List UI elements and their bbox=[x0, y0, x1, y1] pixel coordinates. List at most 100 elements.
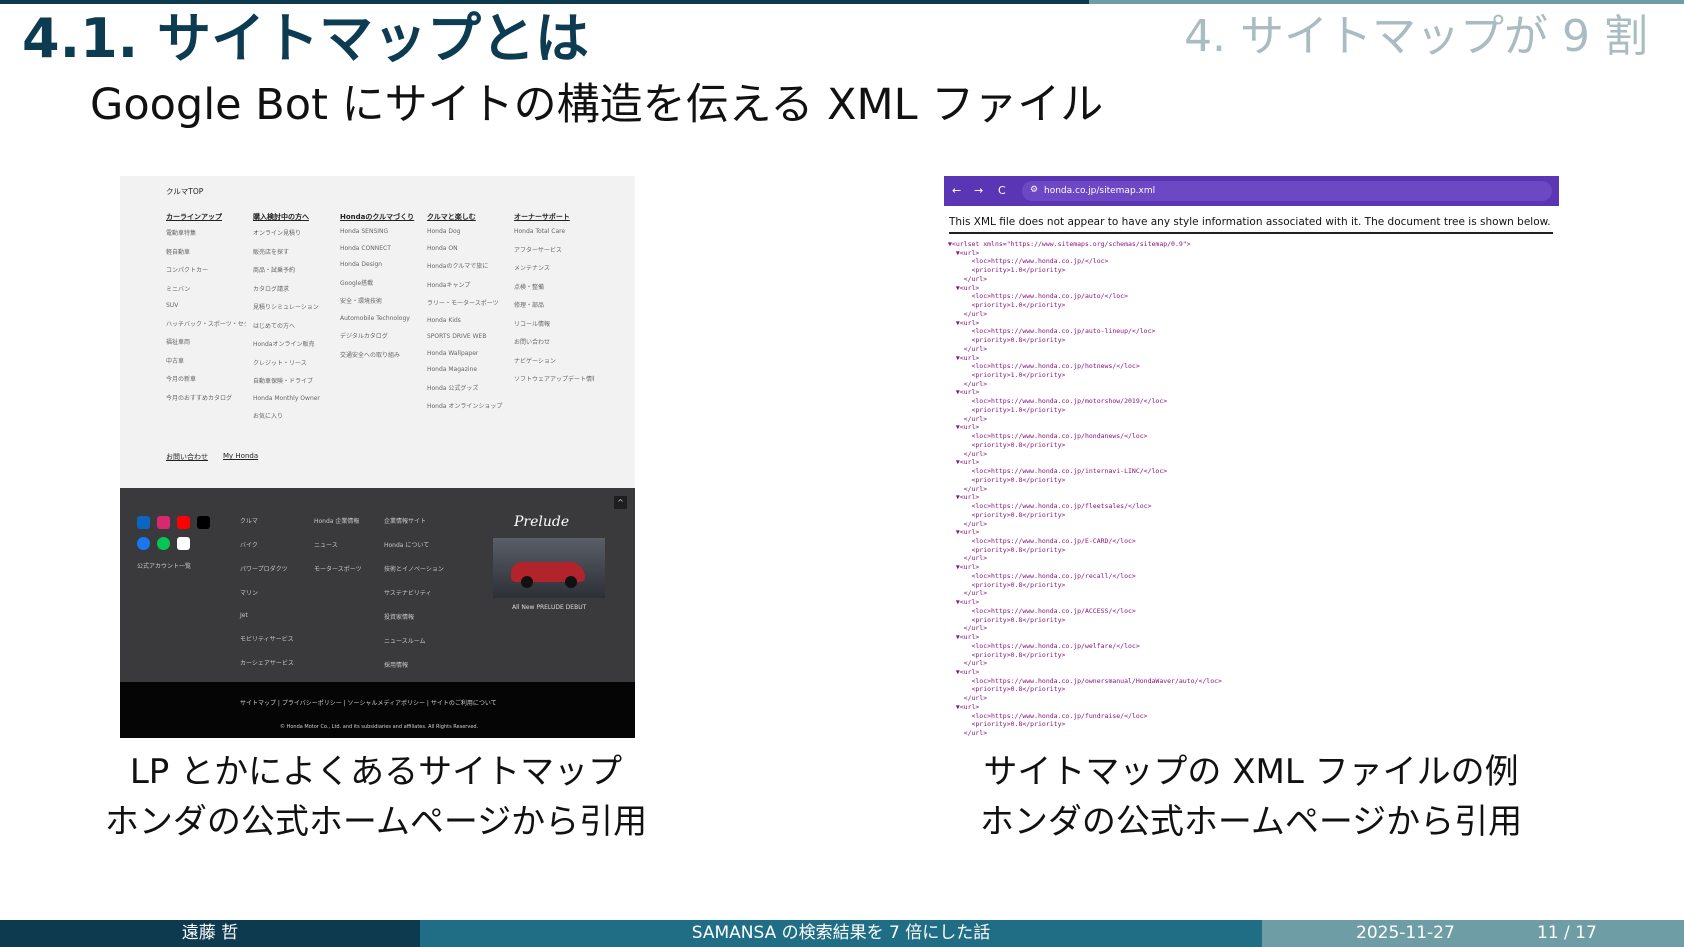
youtube-icon bbox=[177, 516, 190, 529]
lp-column-item: ハッチバック・スポーツ・セダン bbox=[166, 320, 246, 328]
browser-toolbar: ← → C ⚙ honda.co.jp/sitemap.xml bbox=[944, 176, 1559, 206]
lp-column-item: ラリー・モータースポーツ bbox=[427, 300, 499, 307]
left-caption-line2: ホンダの公式ホームページから引用 bbox=[104, 802, 648, 842]
lp-column-item: Honda ON bbox=[427, 244, 458, 252]
lp-column-item: Honda Magazine bbox=[427, 366, 478, 373]
xml-priority: <priority>0.8</priority> bbox=[948, 336, 1066, 345]
xml-priority: <priority>0.8</priority> bbox=[948, 685, 1066, 694]
prelude-logo: Prelude bbox=[514, 514, 570, 530]
xml-url-close: </url> bbox=[948, 274, 988, 283]
lp-sitemap-column: 購入検討中の方へ オンライン見積り 販売店を探す 商品・試乗予約 カタログ請求 見積りシミ… bbox=[253, 212, 333, 430]
lp-footer-item: ニュース bbox=[314, 542, 338, 549]
xml-url-open: ▼<url> bbox=[948, 318, 980, 327]
promo-caption: All New PRELUDE DEBUT bbox=[512, 604, 587, 611]
lp-footer-item: クルマ bbox=[240, 518, 258, 525]
lp-column-item: 自動車保険・ドライブ bbox=[253, 378, 314, 385]
xml-url-close: </url> bbox=[948, 589, 988, 598]
footer-meta: 2025-11-27 11 / 17 bbox=[1262, 920, 1684, 947]
lp-footer-item: ニュースルーム bbox=[384, 638, 426, 645]
lp-column-item: 安全・環境技術 bbox=[340, 298, 383, 305]
xml-loc: <loc>https://www.honda.co.jp/E-CARD/</lo… bbox=[948, 536, 1136, 545]
right-caption-line1: サイトマップの XML ファイルの例 bbox=[983, 752, 1519, 792]
xml-loc: <loc>https://www.honda.co.jp/ACCESS/</lo… bbox=[948, 606, 1136, 615]
lp-sitemap-column: Hondaのクルマづくり Honda SENSING Honda CONNECT Ho… bbox=[340, 212, 420, 368]
scroll-top-button: ^ bbox=[614, 496, 627, 509]
lp-top-link: クルマTOP bbox=[166, 187, 204, 196]
lp-column-item: アフターサービス bbox=[514, 246, 562, 254]
xml-priority: <priority>0.8</priority> bbox=[948, 615, 1066, 624]
xml-loc: <loc>https://www.honda.co.jp/fundraise/<… bbox=[948, 711, 1148, 720]
xml-url-close: </url> bbox=[948, 729, 988, 738]
xml-priority: <priority>0.8</priority> bbox=[948, 580, 1066, 589]
lp-column-item: Honda Wallpaper bbox=[427, 349, 479, 357]
xml-divider bbox=[949, 232, 1553, 234]
lp-column-item: お気に入り bbox=[253, 413, 284, 420]
top-progress-bar-remaining bbox=[1089, 0, 1684, 4]
lp-column-item: Honda Design bbox=[340, 261, 383, 268]
lp-column-item: Honda SENSING bbox=[340, 228, 389, 235]
xml-priority: <priority>1.0</priority> bbox=[948, 371, 1066, 380]
xml-loc: <loc>https://www.honda.co.jp/internavi-L… bbox=[948, 467, 1168, 476]
lp-column-heading: クルマと楽しむ bbox=[427, 213, 476, 221]
lp-column-heading: オーナーサポート bbox=[514, 213, 570, 221]
xml-url-open: ▼<url> bbox=[948, 423, 980, 432]
xml-url-open: ▼<url> bbox=[948, 353, 980, 362]
xml-priority: <priority>0.8</priority> bbox=[948, 650, 1066, 659]
xml-url-close: </url> bbox=[948, 624, 988, 633]
xml-url-open: ▼<url> bbox=[948, 702, 980, 711]
lp-column-item: SPORTS DRIVE WEB bbox=[427, 333, 487, 340]
xml-url-close: </url> bbox=[948, 659, 988, 668]
lp-column-item: メンテナンス bbox=[514, 265, 550, 272]
xml-url-open: ▼<url> bbox=[948, 633, 980, 642]
lp-column-item: 商品・試乗予約 bbox=[253, 267, 296, 274]
lp-footer-column: Honda 企業情報 ニュース モータースポーツ bbox=[314, 516, 362, 588]
lp-column-item: 今月のおすすめカタログ bbox=[166, 394, 233, 402]
xml-loc: <loc>https://www.honda.co.jp/auto-lineup… bbox=[948, 327, 1156, 336]
lp-column-item: はじめての方へ bbox=[253, 322, 296, 330]
lp-footer-item: モビリティサービス bbox=[240, 636, 294, 643]
lp-footer-item: サステナビリティ bbox=[384, 590, 432, 597]
lp-copyright: © Honda Motor Co., Ltd. and its subsidia… bbox=[280, 724, 479, 730]
facebook-icon bbox=[137, 537, 150, 550]
xml-url-close: </url> bbox=[948, 449, 988, 458]
lp-footer-item: 投資家情報 bbox=[384, 614, 415, 621]
car-front-wheel bbox=[521, 576, 533, 588]
xml-priority: <priority>0.8</priority> bbox=[948, 510, 1066, 519]
lp-footer-item: モータースポーツ bbox=[314, 566, 362, 573]
xml-loc: <loc>https://www.honda.co.jp/welfare/</l… bbox=[948, 641, 1140, 650]
lp-column-item: Honda CONNECT bbox=[340, 244, 391, 252]
lp-sitemap-column: オーナーサポート Honda Total Care アフターサービス メンテナンス 点検… bbox=[514, 212, 594, 393]
xml-style-notice: This XML file does not appear to have an… bbox=[949, 216, 1551, 228]
xml-sitemap-screenshot: ← → C ⚙ honda.co.jp/sitemap.xml This XML… bbox=[944, 176, 1559, 738]
back-arrow-icon: ← bbox=[952, 184, 962, 197]
footer-author: 遠藤 哲 bbox=[0, 920, 420, 947]
xml-priority: <priority>0.8</priority> bbox=[948, 545, 1066, 554]
lp-column-item: Honda オンラインショップ bbox=[427, 403, 503, 410]
xml-url-close: </url> bbox=[948, 519, 988, 528]
instagram-icon bbox=[157, 516, 170, 529]
lp-column-item: デジタルカタログ bbox=[340, 333, 388, 340]
xml-url-open: ▼<url> bbox=[948, 563, 980, 572]
lp-column-item: Honda Monthly Owner bbox=[253, 394, 320, 402]
xml-url-close: </url> bbox=[948, 414, 988, 423]
xml-url-open: ▼<url> bbox=[948, 598, 980, 607]
lp-column-item: 見積りシミュレーション bbox=[253, 304, 319, 311]
address-url: honda.co.jp/sitemap.xml bbox=[1044, 186, 1156, 196]
lp-footer-item: 採用情報 bbox=[384, 662, 409, 669]
lp-footer-item: マリン bbox=[240, 590, 259, 597]
xml-url-open: ▼<url> bbox=[948, 458, 980, 467]
lp-footer-dark: 公式アカウント一覧 クルマ バイク パワープロダクツ マリン Jet モビリティサービスカ… bbox=[120, 488, 635, 682]
lp-column-item: Honda 公式グッズ bbox=[427, 384, 479, 392]
car-promo-image bbox=[493, 538, 605, 598]
lp-column-item: 点検・整備 bbox=[514, 283, 545, 291]
lp-footer-bottom: サイトマップ | プライバシーポリシー | ソーシャルメディアポリシー | サイ… bbox=[120, 682, 635, 738]
lp-column-item: 中古車 bbox=[166, 357, 185, 365]
xml-url-open: ▼<url> bbox=[948, 388, 980, 397]
left-caption-line1: LP とかによくあるサイトマップ bbox=[129, 752, 623, 792]
xml-tree: ▼<urlset xmlns="https://www.sitemaps.org… bbox=[948, 240, 1222, 738]
car-rear-wheel bbox=[565, 576, 577, 588]
xml-loc: <loc>https://www.honda.co.jp/fleetsales/… bbox=[948, 502, 1152, 511]
lp-footer-item: バイク bbox=[240, 542, 258, 549]
footer-page-number: 11 / 17 bbox=[1537, 923, 1597, 943]
forward-arrow-icon: → bbox=[974, 184, 984, 197]
